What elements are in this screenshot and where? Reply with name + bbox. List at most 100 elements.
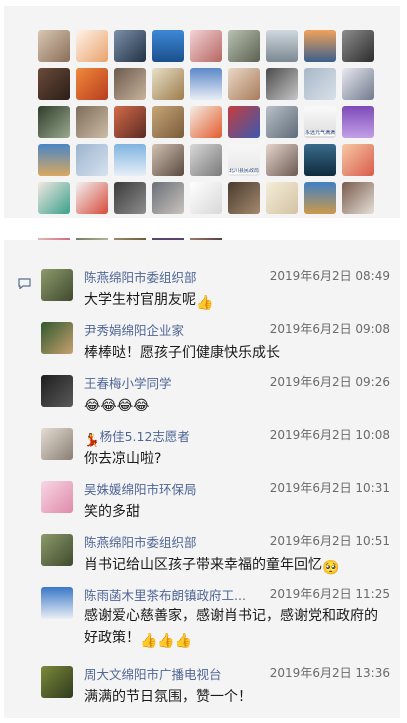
liker-avatar[interactable]	[228, 30, 260, 62]
liker-avatar[interactable]	[76, 68, 108, 100]
liker-avatar[interactable]	[76, 30, 108, 62]
liker-avatar[interactable]	[342, 182, 374, 214]
liker-avatar[interactable]	[38, 30, 70, 62]
liker-avatar[interactable]: 北川县民政局	[228, 144, 260, 176]
liker-avatar[interactable]	[38, 106, 70, 138]
commenter-name-text: 陈燕绵阳市委组织部	[84, 270, 197, 285]
comments-panel: 陈燕绵阳市委组织部 2019年6月2日 08:49 大学生村官朋友呢👍 尹秀娟绵阳企业…	[4, 240, 400, 718]
commenter-name[interactable]: 周大文绵阳市广播电视台	[84, 664, 222, 683]
comment-time: 2019年6月2日 10:51	[269, 534, 390, 548]
commenter-name[interactable]: 陈雨菡木里茶布朗镇政府工...	[84, 585, 246, 604]
liker-avatar[interactable]	[304, 182, 336, 214]
liker-avatar[interactable]	[76, 144, 108, 176]
comment-item[interactable]: 陈雨菡木里茶布朗镇政府工... 2019年6月2日 11:25 感谢爱心慈善家，感谢…	[4, 581, 400, 649]
liker-avatar[interactable]	[228, 68, 260, 100]
liker-avatar[interactable]	[152, 30, 184, 62]
commenter-name-text: 王春梅小学同学	[84, 376, 172, 391]
commenter-name[interactable]: 吴姝媛绵阳市环保局	[84, 479, 197, 498]
liker-avatar[interactable]	[190, 106, 222, 138]
comment-body: 感谢爱心慈善家，感谢肖书记，感谢党和政府的好政策！	[84, 608, 378, 646]
comment-item[interactable]: 尹秀娟绵阳企业家 2019年6月2日 09:08 棒棒哒！愿孩子们健康快乐成长	[4, 316, 400, 366]
liker-avatar[interactable]	[114, 182, 146, 214]
liker-avatar[interactable]	[114, 68, 146, 100]
liker-avatar[interactable]	[266, 68, 298, 100]
comment-text: 感谢爱心慈善家，感谢肖书记，感谢党和政府的好政策！👍👍👍	[84, 605, 384, 652]
commenter-name-text: 吴姝媛绵阳市环保局	[84, 482, 197, 497]
liker-avatar[interactable]	[266, 144, 298, 176]
commenter-avatar[interactable]	[41, 534, 73, 566]
liker-avatar[interactable]	[342, 30, 374, 62]
liker-avatar[interactable]	[304, 144, 336, 176]
comment-item[interactable]: 💃杨佳5.12志愿者 2019年6月2日 10:08 你去凉山啦?	[4, 422, 400, 472]
comment-time: 2019年6月2日 11:25	[269, 587, 390, 601]
liker-avatar[interactable]	[114, 144, 146, 176]
commenter-name-text: 杨佳5.12志愿者	[99, 429, 190, 444]
liker-avatar[interactable]	[190, 144, 222, 176]
emoji-icon: 👍	[196, 295, 214, 311]
comment-time: 2019年6月2日 09:08	[269, 322, 390, 336]
comment-body: 你去凉山啦?	[84, 451, 162, 467]
liker-avatar[interactable]	[266, 30, 298, 62]
comment-text: 大学生村官朋友呢👍	[84, 289, 213, 311]
comment-item[interactable]: 王春梅小学同学 2019年6月2日 09:26 😂😂😂😂	[4, 369, 400, 419]
commenter-avatar[interactable]	[41, 375, 73, 407]
likes-panel: 永远元气满满! 北川县民政局	[4, 6, 400, 252]
commenter-avatar[interactable]	[41, 587, 73, 619]
liker-avatar[interactable]	[76, 182, 108, 214]
comment-time: 2019年6月2日 10:08	[269, 428, 390, 442]
laughing-emoji-icon: 😂	[133, 398, 150, 414]
comment-body: 大学生村官朋友呢	[84, 292, 196, 308]
liker-avatar[interactable]	[266, 182, 298, 214]
liker-avatar[interactable]	[228, 182, 260, 214]
liker-avatar[interactable]	[38, 182, 70, 214]
section-divider	[0, 218, 407, 238]
comment-text: 你去凉山啦?	[84, 448, 161, 468]
commenter-name-text: 陈雨菡木里茶布朗镇政府工...	[84, 588, 246, 603]
liker-avatar[interactable]	[304, 30, 336, 62]
comment-text: 棒棒哒！愿孩子们健康快乐成长	[84, 342, 280, 362]
avatar-caption: 永远元气满满!	[305, 130, 335, 136]
liker-avatar[interactable]	[190, 30, 222, 62]
commenter-name[interactable]: 💃杨佳5.12志愿者	[84, 426, 190, 448]
liker-avatar[interactable]	[152, 106, 184, 138]
commenter-name[interactable]: 王春梅小学同学	[84, 373, 172, 392]
liker-avatar[interactable]	[38, 68, 70, 100]
commenter-avatar[interactable]	[41, 428, 73, 460]
commenter-avatar[interactable]	[41, 269, 73, 301]
liker-avatar[interactable]	[342, 144, 374, 176]
liker-avatar[interactable]	[152, 144, 184, 176]
liker-avatar[interactable]	[152, 182, 184, 214]
liker-avatar[interactable]	[190, 182, 222, 214]
liker-avatar[interactable]	[114, 106, 146, 138]
liker-avatar[interactable]	[228, 106, 260, 138]
liker-avatar[interactable]	[342, 68, 374, 100]
commenter-name[interactable]: 陈燕绵阳市委组织部	[84, 532, 197, 551]
liker-avatar[interactable]	[152, 68, 184, 100]
comment-item[interactable]: 陈燕绵阳市委组织部 2019年6月2日 08:49 大学生村官朋友呢👍	[4, 263, 400, 313]
commenter-avatar[interactable]	[41, 322, 73, 354]
comment-text: 肖书记给山区孩子带来幸福的童年回忆🥺	[84, 554, 339, 576]
commenter-avatar[interactable]	[41, 481, 73, 513]
liker-avatar[interactable]	[76, 106, 108, 138]
emoji-icon: 👍👍👍	[140, 633, 193, 649]
comment-item[interactable]: 周大文绵阳市广播电视台 2019年6月2日 13:36 满满的节日氛围，赞一个！	[4, 660, 400, 710]
liker-avatar[interactable]	[342, 106, 374, 138]
commenter-name[interactable]: 尹秀娟绵阳企业家	[84, 320, 184, 339]
liker-avatar[interactable]	[38, 144, 70, 176]
liker-avatar[interactable]	[304, 68, 336, 100]
liker-avatar[interactable]	[114, 30, 146, 62]
liker-avatar[interactable]: 永远元气满满!	[304, 106, 336, 138]
comment-body: 笑的多甜	[84, 504, 140, 520]
commenter-name-text: 周大文绵阳市广播电视台	[84, 667, 222, 682]
avatar-caption: 北川县民政局	[229, 168, 259, 174]
comment-item[interactable]: 陈燕绵阳市委组织部 2019年6月2日 10:51 肖书记给山区孩子带来幸福的童年回…	[4, 528, 400, 578]
liker-avatar[interactable]	[190, 68, 222, 100]
commenter-name[interactable]: 陈燕绵阳市委组织部	[84, 267, 197, 286]
dancer-emoji-icon: 💃	[84, 432, 100, 447]
commenter-avatar[interactable]	[41, 666, 73, 698]
comment-time: 2019年6月2日 09:26	[269, 375, 390, 389]
comment-item[interactable]: 吴姝媛绵阳市环保局 2019年6月2日 10:31 笑的多甜	[4, 475, 400, 525]
comment-time: 2019年6月2日 10:31	[269, 481, 390, 495]
comment-text: 笑的多甜	[84, 501, 140, 521]
liker-avatar[interactable]	[266, 106, 298, 138]
